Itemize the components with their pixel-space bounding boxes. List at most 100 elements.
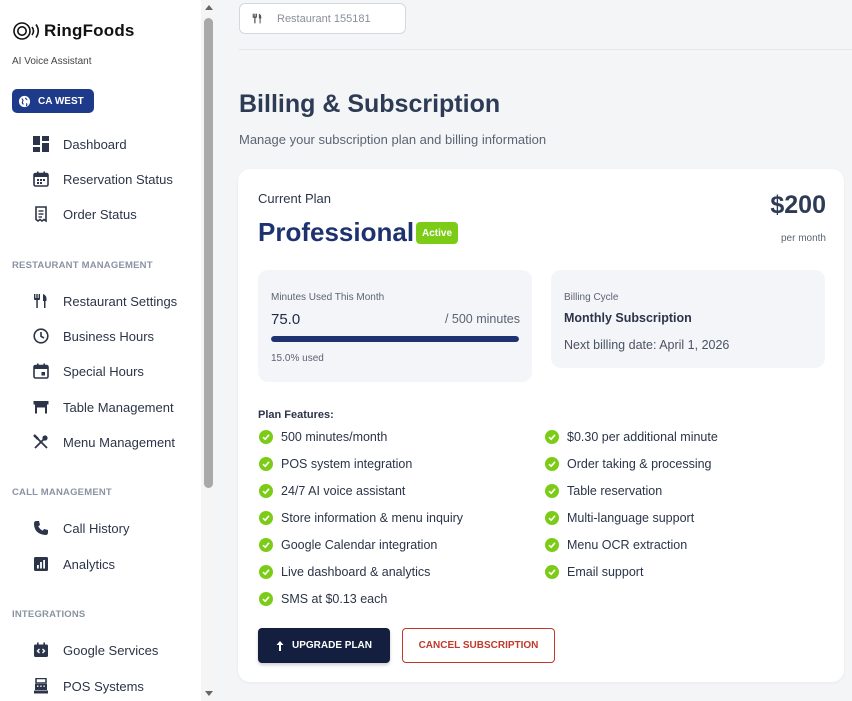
- plan-name: Professional: [258, 217, 415, 247]
- fork-knife-icon: [30, 290, 52, 312]
- feature-item: Google Calendar integration: [259, 536, 437, 554]
- upgrade-plan-button[interactable]: UPGRADE PLAN: [258, 628, 390, 663]
- feature-item: 24/7 AI voice assistant: [259, 482, 405, 500]
- feature-label: Store information & menu inquiry: [281, 511, 464, 525]
- sidebar-item-call-history[interactable]: Call History: [30, 516, 129, 540]
- sidebar-item-special-hours[interactable]: Special Hours: [30, 359, 144, 383]
- usage-percent: 15.0% used: [271, 353, 324, 364]
- feature-label: Order taking & processing: [567, 457, 712, 471]
- feature-item: Multi-language support: [545, 509, 694, 527]
- sidebar-item-label: Google Services: [63, 642, 159, 658]
- feature-label: Multi-language support: [567, 511, 695, 525]
- plan-price: $200: [770, 191, 826, 219]
- table-icon: [30, 396, 52, 418]
- sidebar-item-label: Dashboard: [63, 136, 127, 152]
- usage-label: Minutes Used This Month: [271, 292, 385, 303]
- usage-progress-fill: [271, 336, 519, 342]
- billing-box: Billing Cycle Monthly Subscription Next …: [551, 270, 825, 368]
- check-circle-icon: [545, 430, 559, 444]
- check-circle-icon: [545, 457, 559, 471]
- sidebar-item-table-management[interactable]: Table Management: [30, 395, 174, 419]
- sidebar-item-label: Order Status: [63, 206, 137, 222]
- upgrade-plan-label: UPGRADE PLAN: [291, 640, 372, 651]
- sidebar-item-label: Restaurant Settings: [63, 293, 178, 309]
- sidebar-item-order-status[interactable]: Order Status: [30, 202, 137, 226]
- code-calendar-icon: [30, 639, 52, 661]
- ring-logo-icon: [12, 20, 42, 42]
- sidebar-item-label: Call History: [63, 520, 130, 536]
- brand-name: RingFoods: [44, 21, 135, 40]
- feature-label: $0.30 per additional minute: [567, 430, 718, 444]
- page-title: Billing & Subscription: [239, 90, 501, 118]
- check-circle-icon: [259, 538, 273, 552]
- receipt-icon: [30, 203, 52, 225]
- restaurant-selector-value: Restaurant 155181: [277, 12, 371, 25]
- check-circle-icon: [545, 565, 559, 579]
- status-badge: Active: [416, 222, 459, 244]
- sidebar-item-label: Table Management: [63, 399, 174, 415]
- check-circle-icon: [545, 511, 559, 525]
- feature-label: POS system integration: [281, 457, 413, 471]
- usage-value: 75.0: [271, 311, 301, 328]
- check-circle-icon: [259, 511, 273, 525]
- section-title-call-management: CALL MANAGEMENT: [12, 487, 112, 498]
- sidebar-item-restaurant-settings[interactable]: Restaurant Settings: [30, 289, 177, 313]
- app: RingFoods AI Voice Assistant CA WEST Das…: [0, 0, 852, 701]
- restaurant-selector[interactable]: Restaurant 155181: [239, 3, 406, 34]
- check-circle-icon: [259, 457, 273, 471]
- sidebar: RingFoods AI Voice Assistant CA WEST Das…: [0, 0, 216, 701]
- usage-limit: / 500 minutes: [444, 312, 520, 326]
- feature-label: Google Calendar integration: [281, 538, 438, 552]
- region-badge[interactable]: CA WEST: [12, 89, 94, 113]
- check-circle-icon: [259, 565, 273, 579]
- sidebar-item-menu-management[interactable]: Menu Management: [30, 430, 175, 454]
- sidebar-item-label: Business Hours: [63, 328, 155, 344]
- features-title: Plan Features:: [258, 409, 334, 421]
- header-divider: [239, 49, 852, 50]
- feature-label: SMS at $0.13 each: [281, 592, 388, 606]
- pos-register-icon: [30, 675, 52, 697]
- cancel-subscription-button[interactable]: CANCEL SUBSCRIPTION: [402, 628, 555, 663]
- arrow-up-icon: [276, 640, 284, 651]
- utensils-cross-icon: [30, 431, 52, 453]
- usage-progress-bar: [271, 336, 519, 342]
- feature-item: POS system integration: [259, 455, 412, 473]
- check-circle-icon: [545, 538, 559, 552]
- region-label: CA WEST: [38, 95, 84, 107]
- plan-price-period: per month: [780, 233, 826, 244]
- sidebar-item-pos-systems[interactable]: POS Systems: [30, 674, 144, 698]
- feature-item: Menu OCR extraction: [545, 536, 687, 554]
- next-billing-date: Next billing date: April 1, 2026: [564, 338, 730, 352]
- sidebar-item-google-services[interactable]: Google Services: [30, 638, 158, 662]
- sidebar-item-analytics[interactable]: Analytics: [30, 552, 115, 576]
- feature-item: 500 minutes/month: [259, 428, 387, 446]
- billing-label: Billing Cycle: [564, 292, 619, 303]
- feature-label: Live dashboard & analytics: [281, 565, 431, 579]
- check-circle-icon: [545, 484, 559, 498]
- sidebar-item-business-hours[interactable]: Business Hours: [30, 324, 154, 348]
- feature-label: Email support: [567, 565, 644, 579]
- scroll-thumb[interactable]: [204, 18, 213, 488]
- scroll-up-arrow-icon[interactable]: [205, 5, 213, 10]
- sidebar-item-label: Special Hours: [63, 363, 144, 379]
- check-circle-icon: [259, 430, 273, 444]
- sidebar-item-dashboard[interactable]: Dashboard: [30, 132, 127, 156]
- sidebar-item-label: Analytics: [63, 556, 116, 572]
- billing-cycle: Monthly Subscription: [564, 311, 692, 325]
- section-title-restaurant-management: RESTAURANT MANAGEMENT: [12, 260, 153, 271]
- feature-item: Order taking & processing: [545, 455, 712, 473]
- sidebar-item-label: Reservation Status: [63, 171, 173, 187]
- brand[interactable]: RingFoods: [12, 20, 135, 42]
- sidebar-item-reservation-status[interactable]: Reservation Status: [30, 167, 173, 191]
- sidebar-scrollbar[interactable]: [201, 0, 216, 701]
- scroll-down-arrow-icon[interactable]: [205, 691, 213, 696]
- fork-knife-icon: [252, 13, 263, 24]
- brand-subtitle: AI Voice Assistant: [12, 56, 92, 67]
- feature-item: Email support: [545, 563, 643, 581]
- feature-item: Store information & menu inquiry: [259, 509, 463, 527]
- current-plan-label: Current Plan: [258, 191, 331, 206]
- feature-label: Menu OCR extraction: [567, 538, 688, 552]
- usage-box: Minutes Used This Month 75.0 / 500 minut…: [258, 270, 532, 382]
- feature-item: $0.30 per additional minute: [545, 428, 718, 446]
- feature-item: Live dashboard & analytics: [259, 563, 430, 581]
